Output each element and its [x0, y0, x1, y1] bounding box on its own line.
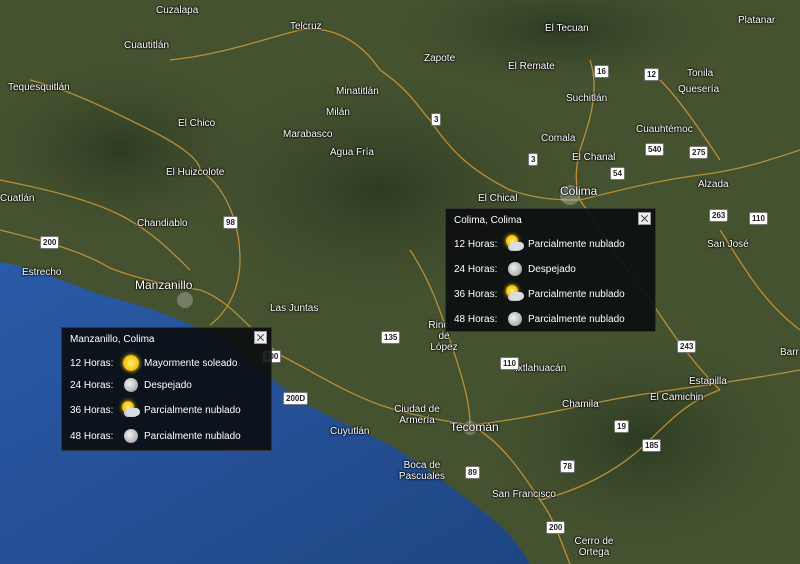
place-label: El Tecuan: [545, 23, 589, 34]
route-shield: 200D: [283, 392, 309, 405]
route-shield: 16: [594, 65, 609, 78]
forecast-row: 12 Horas: Parcialmente nublado: [454, 233, 625, 255]
place-label: Colima: [560, 184, 598, 198]
place-label: El Chanal: [572, 152, 616, 163]
cloudy-moon-icon: [506, 310, 524, 328]
close-icon[interactable]: [254, 331, 267, 344]
place-label: Cuzalapa: [156, 5, 199, 16]
place-label: Barr: [780, 347, 799, 358]
moon-icon: [122, 376, 140, 394]
place-label: Las Juntas: [270, 303, 319, 314]
place-label: Platanar: [738, 15, 776, 26]
place-label: San Francisco: [492, 489, 556, 500]
place-label: Tecomán: [450, 420, 499, 434]
place-label: El Remate: [508, 61, 555, 72]
forecast-desc: Mayormente soleado: [144, 357, 238, 369]
partly-cloudy-icon: [122, 401, 140, 419]
route-shield: 200: [40, 236, 60, 249]
place-label: Cuautitlán: [124, 40, 170, 51]
close-icon[interactable]: [638, 212, 651, 225]
place-label: Agua Fría: [330, 147, 374, 158]
place-label: Cuyutlán: [330, 426, 370, 437]
route-shield: 12: [644, 68, 659, 81]
forecast-hours: 12 Horas:: [454, 238, 498, 250]
place-label: Marabasco: [283, 129, 333, 140]
place-label: Tequesquitlán: [8, 82, 70, 93]
place-label: Chamila: [562, 399, 599, 410]
route-shield: 3: [528, 153, 539, 166]
place-label: Tonila: [687, 68, 714, 79]
weather-panel-manzanillo: Manzanillo, Colima 12 Horas: Mayormente …: [61, 327, 272, 451]
partly-cloudy-icon: [506, 235, 524, 253]
place-label: Quesería: [678, 84, 720, 95]
forecast-hours: 48 Horas:: [454, 313, 498, 325]
place-label: El Huizcolote: [166, 167, 225, 178]
route-shield: 110: [500, 357, 519, 370]
forecast-row: 12 Horas: Mayormente soleado: [70, 352, 237, 374]
place-label: Chandiablo: [137, 218, 188, 229]
forecast-desc: Parcialmente nublado: [144, 404, 241, 416]
place-label: El Chico: [178, 118, 216, 129]
place-label: Suchitlán: [566, 93, 608, 104]
forecast-row: 36 Horas: Parcialmente nublado: [70, 399, 241, 421]
weather-panel-colima: Colima, Colima 12 Horas: Parcialmente nu…: [445, 208, 656, 332]
forecast-hours: 36 Horas:: [70, 404, 114, 416]
partly-cloudy-icon: [506, 285, 524, 303]
route-shield: 19: [614, 420, 629, 433]
route-shield: 185: [642, 439, 662, 452]
place-label: El Camichin: [650, 392, 704, 403]
forecast-desc: Parcialmente nublado: [528, 288, 625, 300]
route-shield: 263: [709, 209, 729, 222]
place-label: Minatitlán: [336, 86, 379, 97]
forecast-row: 48 Horas: Parcialmente nublado: [70, 425, 241, 447]
forecast-desc: Despejado: [144, 379, 192, 391]
place-label: Cuatlán: [0, 193, 35, 204]
place-label: Milán: [326, 107, 350, 118]
place-label: Telcruz: [290, 21, 322, 32]
forecast-hours: 12 Horas:: [70, 357, 114, 369]
place-label: Comala: [541, 133, 576, 144]
forecast-row: 24 Horas: Despejado: [70, 374, 192, 396]
forecast-row: 48 Horas: Parcialmente nublado: [454, 308, 625, 330]
place-label: San José: [707, 239, 749, 250]
forecast-desc: Parcialmente nublado: [528, 238, 625, 250]
place-label: Alzada: [698, 179, 729, 190]
forecast-desc: Parcialmente nublado: [144, 430, 241, 442]
place-label: Manzanillo: [135, 278, 193, 292]
place-label: Estrecho: [22, 267, 62, 278]
forecast-desc: Despejado: [528, 263, 576, 275]
forecast-hours: 36 Horas:: [454, 288, 498, 300]
place-label: Cerro de Ortega: [574, 536, 614, 558]
sun-icon: [122, 354, 140, 372]
route-shield: 110: [749, 212, 768, 225]
cloudy-moon-icon: [122, 427, 140, 445]
route-shield: 89: [465, 466, 480, 479]
place-label: Zapote: [424, 53, 456, 64]
route-shield: 243: [677, 340, 697, 353]
route-shield: 78: [560, 460, 575, 473]
forecast-row: 24 Horas: Despejado: [454, 258, 576, 280]
route-shield: 540: [645, 143, 665, 156]
route-shield: 275: [689, 146, 709, 159]
panel-title: Manzanillo, Colima: [70, 334, 155, 345]
place-label: Estapilla: [689, 376, 727, 387]
panel-title: Colima, Colima: [454, 215, 522, 226]
place-label: El Chical: [478, 193, 518, 204]
place-label: Ixtlahuacán: [515, 363, 567, 374]
forecast-hours: 48 Horas:: [70, 430, 114, 442]
forecast-row: 36 Horas: Parcialmente nublado: [454, 283, 625, 305]
place-label: Ciudad de Armería: [394, 404, 440, 426]
route-shield: 98: [223, 216, 238, 229]
forecast-hours: 24 Horas:: [70, 379, 114, 391]
route-shield: 200: [546, 521, 566, 534]
route-shield: 135: [381, 331, 401, 344]
route-shield: 54: [610, 167, 625, 180]
place-label: Boca de Pascuales: [398, 460, 446, 482]
moon-icon: [506, 260, 524, 278]
forecast-desc: Parcialmente nublado: [528, 313, 625, 325]
forecast-hours: 24 Horas:: [454, 263, 498, 275]
place-label: Cuauhtémoc: [636, 124, 693, 135]
route-shield: 3: [431, 113, 442, 126]
